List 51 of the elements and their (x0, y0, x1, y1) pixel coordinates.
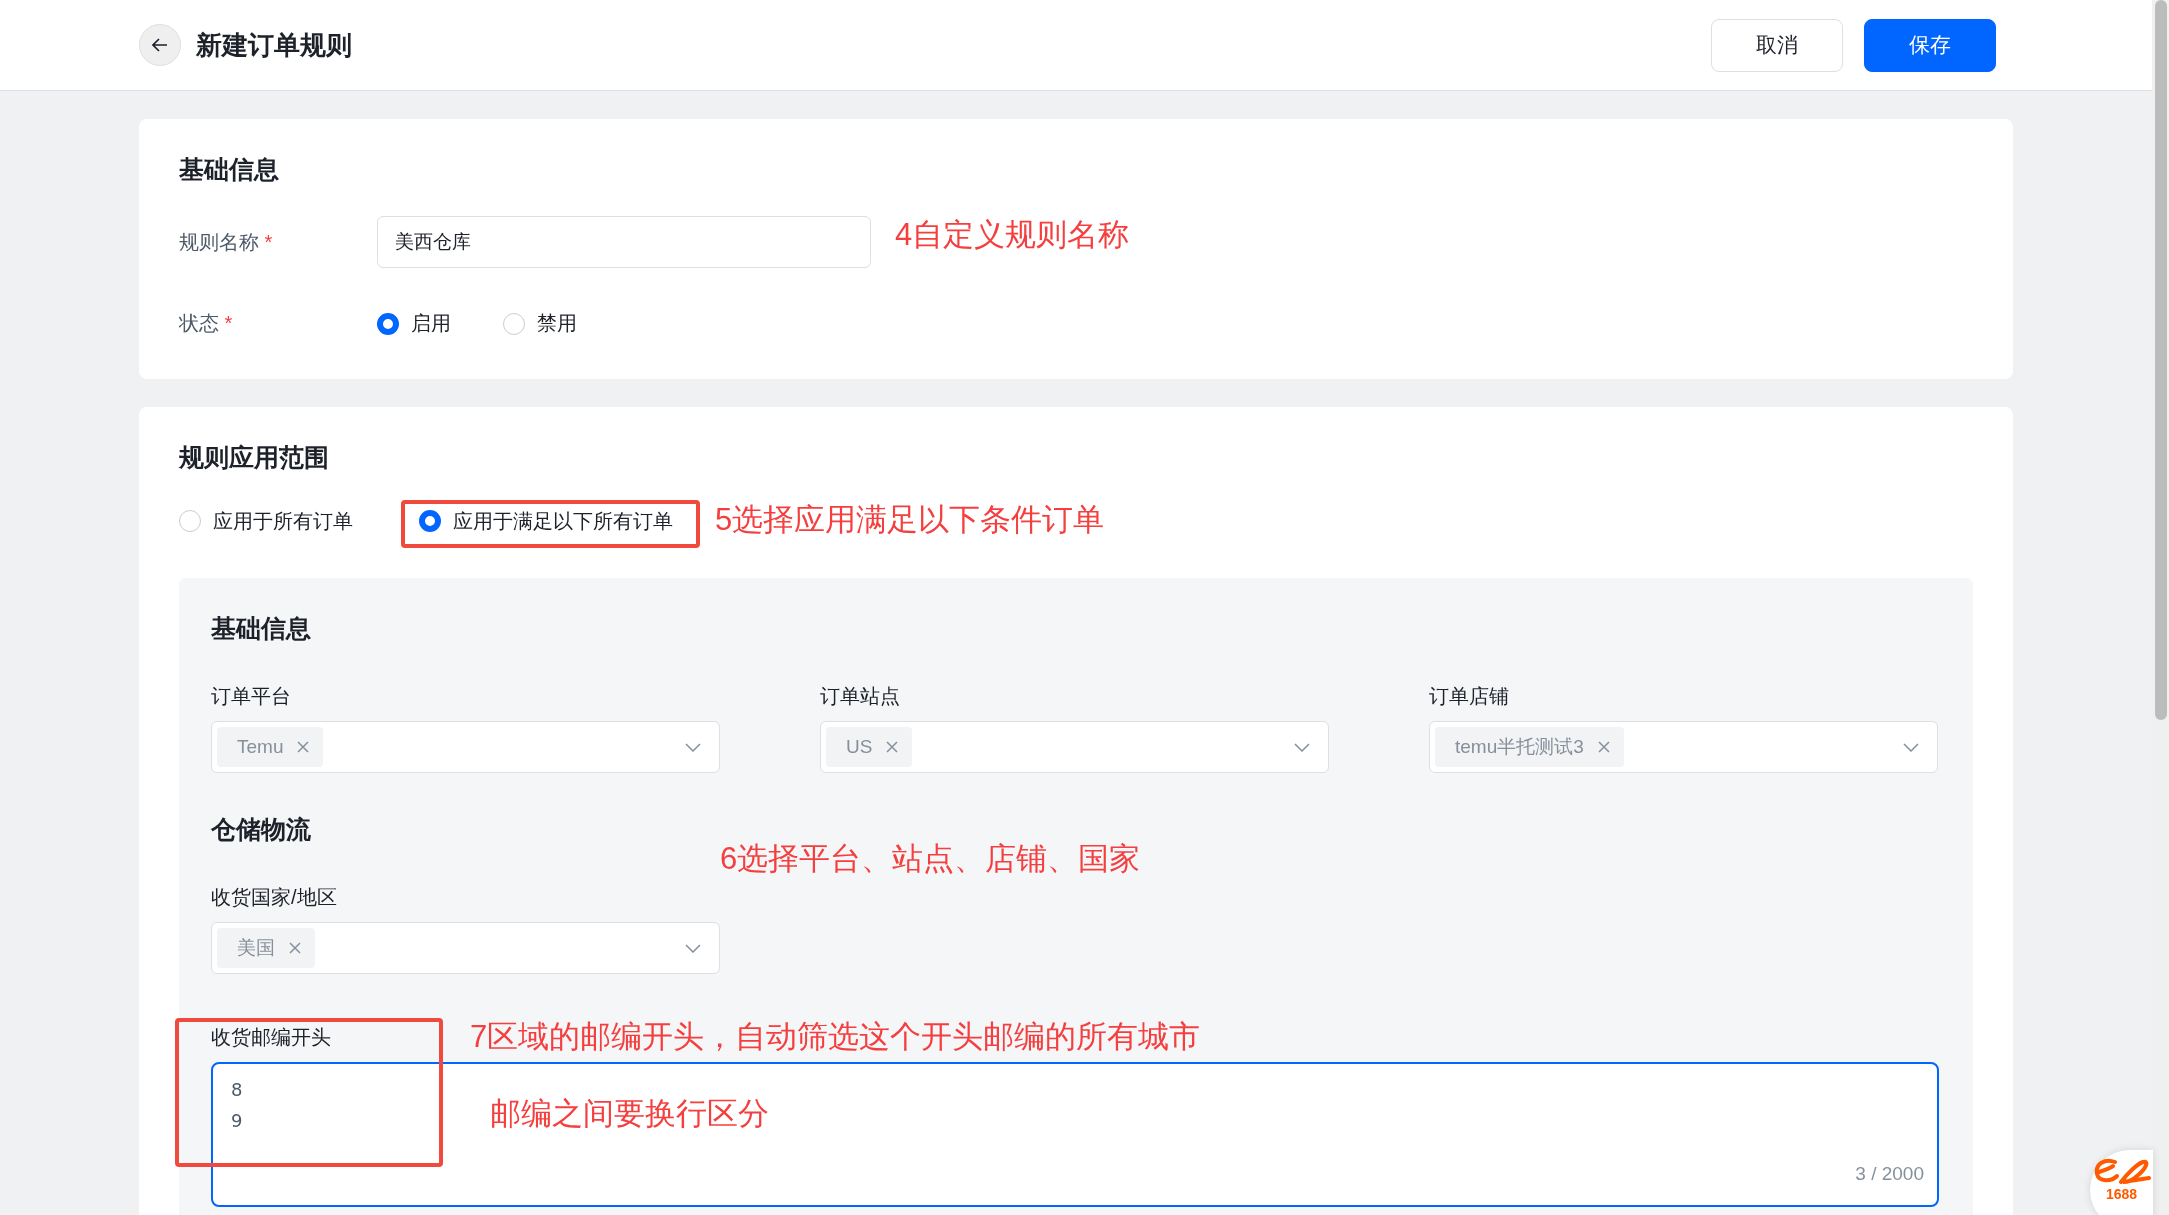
field-label: 状态 (179, 312, 219, 334)
section-title: 规则应用范围 (179, 442, 330, 473)
select-field[interactable]: temu半托测试3 (1429, 721, 1938, 773)
annotation-text: 5选择应用满足以下条件订单 (715, 501, 1105, 539)
page-title: 新建订单规则 (196, 28, 353, 62)
close-icon[interactable] (886, 741, 899, 753)
required-mark: * (264, 230, 273, 253)
annotation-text: 邮编之间要换行区分 (490, 1095, 769, 1133)
section-title: 基础信息 (179, 154, 280, 185)
section-title: 仓储物流 (211, 814, 311, 845)
back-arrow-icon (152, 38, 168, 52)
rule-name-field[interactable]: 美西仓库 (377, 216, 871, 268)
field-label: 订单平台 (211, 684, 291, 709)
select-field[interactable]: US (820, 721, 1329, 773)
field-label: 规则名称 (179, 230, 259, 253)
chevron-down-icon (685, 742, 701, 752)
field-label: 收货邮编开头 (211, 1025, 331, 1050)
close-icon[interactable] (289, 942, 301, 954)
tag-chip[interactable]: temu半托测试3 (1435, 727, 1624, 767)
back-button[interactable] (139, 24, 181, 66)
logo-icon (2092, 1156, 2151, 1186)
status-option[interactable]: 禁用 (503, 310, 577, 337)
chat-widget[interactable]: 1688 (2090, 1150, 2153, 1215)
save-button[interactable]: 保存 (1864, 18, 1996, 72)
chevron-down-icon (1294, 742, 1310, 752)
annotation-text: 4自定义规则名称 (895, 216, 1130, 254)
tag-chip[interactable]: US (826, 727, 913, 767)
scope-option[interactable]: 应用于满足以下所有订单 (419, 510, 673, 532)
scope-option[interactable]: 应用于所有订单 (179, 510, 353, 532)
scrollbar-thumb[interactable] (2155, 0, 2167, 720)
annotation-text: 7区域的邮编开头，自动筛选这个开头邮编的所有城市 (470, 1018, 1201, 1056)
tag-chip[interactable]: Temu (217, 727, 324, 767)
field-label: 订单站点 (820, 684, 900, 709)
required-mark: * (224, 312, 233, 334)
status-option[interactable]: 启用 (377, 310, 451, 337)
char-counter: 3 / 2000 (1855, 1163, 1924, 1185)
logo-text: 1688 (2105, 1186, 2138, 1202)
chevron-down-icon (685, 943, 701, 953)
close-icon[interactable] (1597, 741, 1610, 753)
close-icon[interactable] (297, 741, 310, 753)
tag-chip[interactable]: 美国 (217, 928, 315, 968)
radio-icon[interactable] (419, 510, 441, 532)
section-title: 基础信息 (211, 613, 311, 644)
radio-icon[interactable] (377, 312, 399, 335)
select-field[interactable]: 美国 (211, 922, 720, 974)
field-label: 订单店铺 (1429, 684, 1509, 709)
field-label: 收货国家/地区 (211, 885, 337, 910)
cancel-button[interactable]: 取消 (1711, 18, 1843, 72)
select-field[interactable]: Temu (211, 721, 720, 773)
annotation-text: 6选择平台、站点、店铺、国家 (720, 840, 1141, 878)
chevron-down-icon (1903, 742, 1919, 752)
